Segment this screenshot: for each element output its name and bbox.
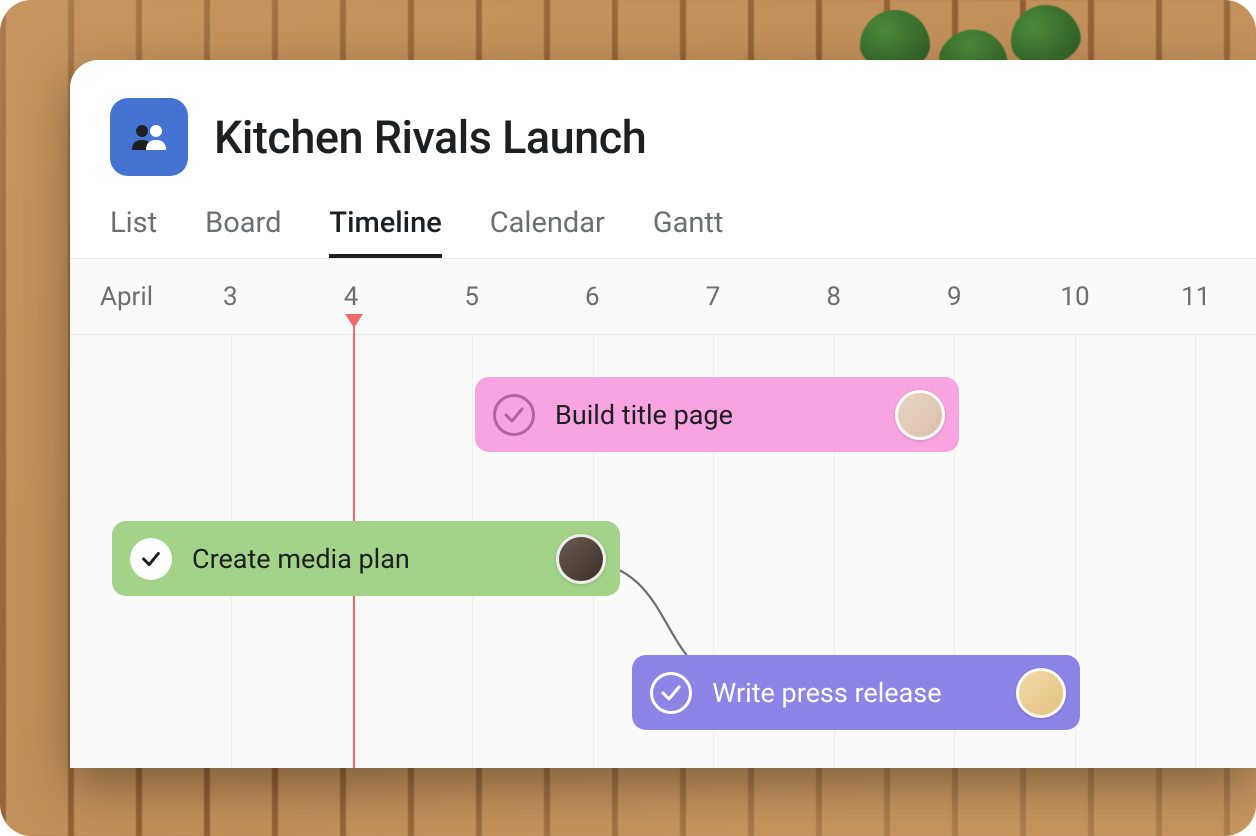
task-write-press-release[interactable]: Write press release [632, 655, 1080, 730]
date-columns: 3 4 5 6 7 8 9 10 11 [170, 259, 1256, 334]
project-icon[interactable] [110, 98, 188, 176]
task-complete-toggle[interactable] [493, 394, 535, 436]
date-col: 6 [532, 259, 653, 334]
check-icon [658, 680, 684, 706]
assignee-avatar[interactable] [1016, 668, 1066, 718]
tab-timeline[interactable]: Timeline [329, 206, 441, 258]
tasks-layer: Build title page Create media plan [70, 335, 1256, 768]
check-icon [139, 547, 163, 571]
tab-gantt[interactable]: Gantt [653, 206, 724, 258]
assignee-avatar[interactable] [895, 390, 945, 440]
timeline-date-header: April 3 4 5 6 7 8 9 10 11 [70, 259, 1256, 335]
people-icon [129, 122, 169, 152]
date-col: 11 [1135, 259, 1256, 334]
date-col: 8 [773, 259, 894, 334]
project-header: Kitchen Rivals Launch [70, 60, 1256, 176]
project-title: Kitchen Rivals Launch [214, 111, 646, 164]
task-create-media-plan[interactable]: Create media plan [112, 521, 620, 596]
view-tabs: List Board Timeline Calendar Gantt [70, 176, 1256, 258]
task-complete-toggle[interactable] [130, 538, 172, 580]
assignee-avatar[interactable] [556, 534, 606, 584]
task-label: Create media plan [192, 543, 536, 575]
date-col: 7 [653, 259, 774, 334]
tab-board[interactable]: Board [205, 206, 281, 258]
app-window: Kitchen Rivals Launch List Board Timelin… [70, 60, 1256, 768]
date-col: 5 [411, 259, 532, 334]
tab-calendar[interactable]: Calendar [490, 206, 605, 258]
date-col: 10 [1015, 259, 1136, 334]
date-col: 9 [894, 259, 1015, 334]
task-complete-toggle[interactable] [650, 672, 692, 714]
timeline-view: April 3 4 5 6 7 8 9 10 11 [70, 258, 1256, 768]
date-col: 3 [170, 259, 291, 334]
tab-list[interactable]: List [110, 206, 157, 258]
month-label: April [100, 282, 153, 312]
task-build-title-page[interactable]: Build title page [475, 377, 959, 452]
task-label: Write press release [712, 677, 996, 709]
task-label: Build title page [555, 399, 875, 431]
check-icon [501, 402, 527, 428]
